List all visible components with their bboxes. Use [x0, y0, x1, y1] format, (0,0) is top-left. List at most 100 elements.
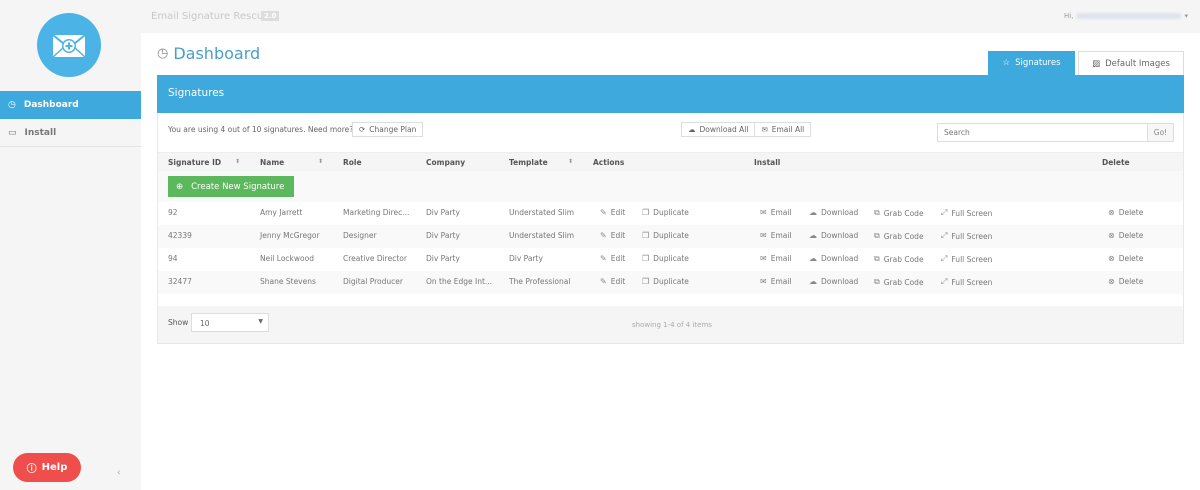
email-button[interactable]: ✉ Email: [760, 254, 792, 263]
fullscreen-icon: ⤢: [941, 277, 948, 286]
cell-role: Designer: [343, 231, 377, 240]
cell-name: Amy Jarrett: [260, 208, 303, 217]
app-title: Email Signature Rescue: [151, 11, 270, 22]
sort-icon[interactable]: ⬍: [318, 158, 323, 165]
duplicate-button[interactable]: ❐ Duplicate: [642, 277, 689, 286]
edit-icon: ✎: [600, 277, 607, 286]
table-header: Signature ID ⬍ Name ⬍ Role Company Templat…: [158, 152, 1183, 171]
cell-role: Marketing Direc...: [343, 208, 410, 217]
download-button[interactable]: ☁ Download: [809, 208, 858, 217]
duplicate-button[interactable]: ❐ Duplicate: [642, 208, 689, 217]
collapse-sidebar-button[interactable]: ‹: [117, 468, 121, 478]
show-label: Show: [168, 318, 189, 327]
full-button[interactable]: ⤢ Full Screen: [941, 254, 992, 264]
cloud-download-icon: ☁: [809, 277, 817, 286]
code-icon: ⧉: [874, 254, 880, 263]
cell-company: On the Edge Int...: [426, 277, 493, 286]
search-go-button[interactable]: Go!: [1147, 123, 1174, 142]
delete-button[interactable]: ⊗ Delete: [1108, 231, 1143, 240]
email-button[interactable]: ✉ Email: [760, 277, 792, 286]
col-name[interactable]: Name: [260, 158, 284, 167]
duplicate-icon: ❐: [642, 208, 650, 217]
col-signature-id[interactable]: Signature ID: [168, 158, 221, 167]
sidebar-item-install[interactable]: ▭ Install: [0, 119, 141, 147]
col-delete: Delete: [1102, 158, 1130, 167]
cell-id: 92: [168, 208, 178, 217]
search-input[interactable]: [937, 123, 1148, 142]
cell-name: Shane Stevens: [260, 277, 316, 286]
code-icon: ⧉: [874, 208, 880, 217]
tab-default-images[interactable]: ▨ Default Images: [1078, 51, 1184, 75]
table-row: 92 Amy Jarrett Marketing Direc... Div Party…: [158, 202, 1183, 225]
bulk-actions: ☁ Download All ✉ Email All: [681, 122, 812, 137]
col-template[interactable]: Template: [509, 158, 548, 167]
cell-id: 42339: [168, 231, 192, 240]
edit-button[interactable]: ✎ Edit: [600, 277, 625, 286]
sort-icon[interactable]: ⬍: [235, 158, 240, 165]
fullscreen-icon: ⤢: [941, 254, 948, 263]
delete-circle-icon: ⊗: [1108, 277, 1115, 286]
user-menu[interactable]: Hi, ▾: [1064, 12, 1188, 20]
envelope-icon: ✉: [761, 125, 768, 134]
grab-button[interactable]: ⧉ Grab Code: [874, 277, 924, 287]
delete-circle-icon: ⊗: [1108, 208, 1115, 217]
dashboard-icon: ◷: [8, 100, 16, 110]
full-button[interactable]: ⤢ Full Screen: [941, 277, 992, 287]
help-button[interactable]: ⓘ Help: [13, 453, 81, 482]
envelope-plus-icon[interactable]: [37, 13, 101, 77]
full-button[interactable]: ⤢ Full Screen: [941, 231, 992, 241]
edit-button[interactable]: ✎ Edit: [600, 231, 625, 240]
duplicate-button[interactable]: ❐ Duplicate: [642, 231, 689, 240]
col-install: Install: [754, 158, 781, 167]
download-button[interactable]: ☁ Download: [809, 254, 858, 263]
full-button[interactable]: ⤢ Full Screen: [941, 208, 992, 218]
email-button[interactable]: ✉ Email: [760, 231, 792, 240]
cell-company: Div Party: [426, 231, 460, 240]
grab-button[interactable]: ⧉ Grab Code: [874, 208, 924, 218]
delete-button[interactable]: ⊗ Delete: [1108, 277, 1143, 286]
edit-button[interactable]: ✎ Edit: [600, 254, 625, 263]
cloud-download-icon: ☁: [688, 125, 696, 134]
dashboard-icon: ◷: [157, 46, 169, 61]
cell-name: Jenny McGregor: [260, 231, 320, 240]
edit-icon: ✎: [600, 254, 607, 263]
table-row: 42339 Jenny McGregor Designer Div Party Unde…: [158, 225, 1183, 248]
sort-icon[interactable]: ⬍: [568, 158, 573, 165]
cell-company: Div Party: [426, 208, 460, 217]
cloud-download-icon: ☁: [809, 231, 817, 240]
page-title: ◷ Dashboard: [157, 44, 261, 63]
email-all-button[interactable]: ✉ Email All: [755, 122, 812, 137]
cell-template: Understated Slim: [509, 208, 575, 217]
download-all-button[interactable]: ☁ Download All: [681, 122, 756, 137]
grab-button[interactable]: ⧉ Grab Code: [874, 254, 924, 264]
fullscreen-icon: ⤢: [941, 208, 948, 217]
create-new-signature-button[interactable]: ⊕ Create New Signature: [168, 176, 294, 197]
table-row: 94 Neil Lockwood Creative Director Div Part…: [158, 248, 1183, 271]
cell-template: Understated Slim: [509, 231, 575, 240]
tab-signatures[interactable]: ☆ Signatures: [988, 51, 1075, 75]
delete-button[interactable]: ⊗ Delete: [1108, 208, 1143, 217]
duplicate-button[interactable]: ❐ Duplicate: [642, 254, 689, 263]
duplicate-icon: ❐: [642, 231, 650, 240]
cell-role: Digital Producer: [343, 277, 403, 286]
grab-button[interactable]: ⧉ Grab Code: [874, 231, 924, 241]
download-button[interactable]: ☁ Download: [809, 277, 858, 286]
cell-template: Div Party: [509, 254, 543, 263]
sidebar-item-dashboard[interactable]: ◷ Dashboard: [0, 91, 141, 119]
create-row: [158, 171, 1183, 202]
page-size-select[interactable]: 10 ▼: [191, 313, 269, 332]
cell-id: 94: [168, 254, 178, 263]
download-button[interactable]: ☁ Download: [809, 231, 858, 240]
caret-down-icon: ▼: [258, 318, 263, 325]
change-plan-button[interactable]: ⟳ Change Plan: [352, 122, 424, 137]
email-button[interactable]: ✉ Email: [760, 208, 792, 217]
question-icon: ⓘ: [26, 464, 37, 475]
code-icon: ⧉: [874, 277, 880, 286]
envelope-icon: ✉: [760, 208, 767, 217]
col-company: Company: [426, 158, 466, 167]
delete-button[interactable]: ⊗ Delete: [1108, 254, 1143, 263]
edit-button[interactable]: ✎ Edit: [600, 208, 625, 217]
envelope-icon: ✉: [760, 231, 767, 240]
caret-down-icon: ▾: [1184, 12, 1188, 20]
version-badge: 2.0: [261, 11, 280, 21]
